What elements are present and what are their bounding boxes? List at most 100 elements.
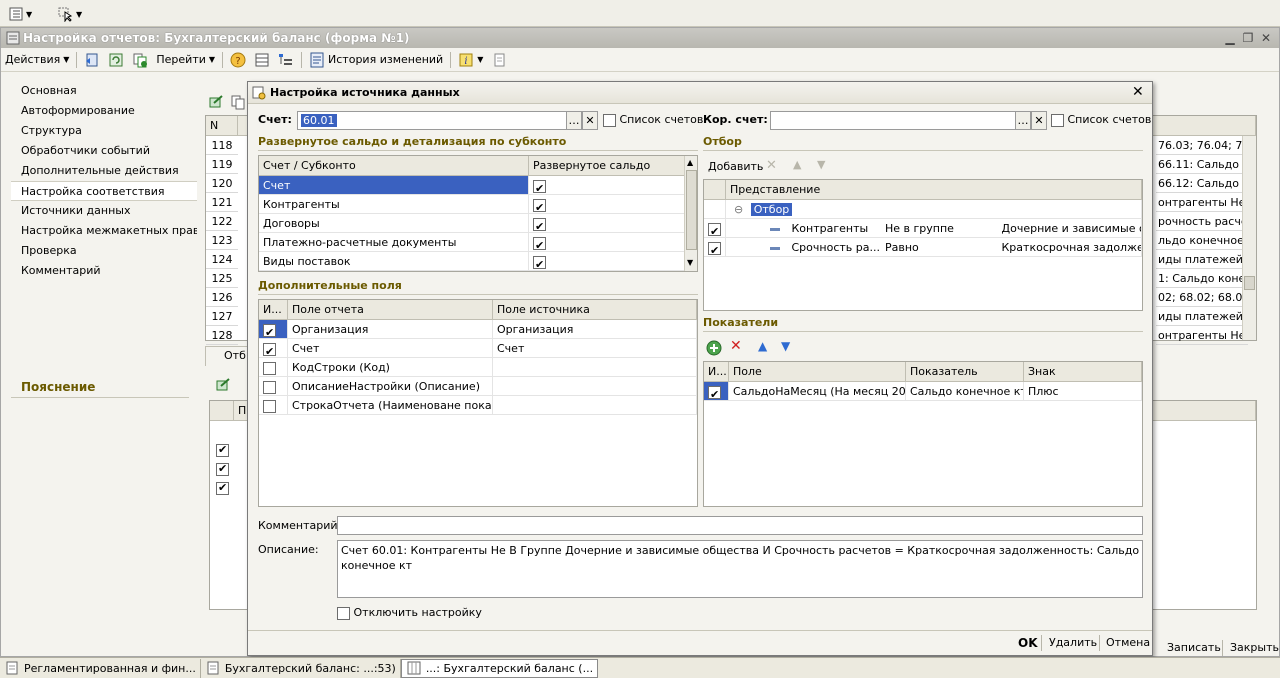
actions-menu[interactable]: Действия ▼ (1, 50, 73, 70)
column-header[interactable]: Представление (726, 180, 1142, 200)
scroll-thumb[interactable] (686, 170, 697, 250)
report-field-cell[interactable]: СтрокаОтчета (Наименоване показа... (288, 396, 493, 415)
checkbox-checked[interactable] (533, 255, 546, 270)
table-cell[interactable]: 02; 68.02; 68.03;... (1156, 288, 1248, 307)
goto-menu[interactable]: Перейти ▼ (152, 50, 219, 70)
column-header[interactable]: Показатель (906, 362, 1024, 382)
taskbar-item-active[interactable]: ...: Бухгалтерский баланс (... (400, 658, 599, 678)
checkbox-checked[interactable] (533, 179, 546, 194)
history-button[interactable]: История изменений (305, 50, 447, 70)
checkbox[interactable] (263, 361, 276, 375)
row-number[interactable]: 125 (206, 269, 238, 288)
comment-input[interactable] (337, 516, 1143, 535)
grid-cell-check[interactable] (529, 252, 685, 271)
grid-cell-check[interactable] (704, 382, 729, 401)
checkbox-checked[interactable] (263, 342, 276, 357)
row-number[interactable]: 123 (206, 231, 238, 250)
report-field-cell[interactable]: ОписаниеНастройки (Описание) (288, 377, 493, 396)
cancel-button[interactable]: Отмена (1106, 633, 1150, 653)
column-header[interactable]: Развернутое сальдо (529, 156, 685, 176)
column-header[interactable]: Поле отчета (288, 300, 493, 320)
row-checkbox[interactable] (216, 462, 229, 476)
back-button[interactable] (80, 50, 104, 70)
nav-item[interactable]: Проверка (11, 241, 197, 261)
report-field-cell[interactable]: Счет (288, 339, 493, 358)
list-view-button[interactable] (250, 50, 274, 70)
filter-group-row[interactable]: ⊖ Отбор (726, 200, 1142, 219)
delete-icon[interactable]: ✕ (766, 158, 777, 173)
scroll-thumb[interactable] (1244, 276, 1255, 290)
row-number[interactable]: 124 (206, 250, 238, 269)
source-field-cell[interactable] (493, 377, 697, 396)
table-cell[interactable]: 76.03; 76.04; 76... (1156, 136, 1248, 155)
nav-item-selected[interactable]: Настройка соответствия (11, 181, 197, 201)
table-cell[interactable]: рочность расче... (1156, 212, 1248, 231)
corr-list-checkbox[interactable]: Список счетов (1051, 113, 1151, 127)
checkbox-checked[interactable] (708, 222, 721, 237)
grid-edit-icon[interactable] (215, 377, 231, 393)
checkbox-checked[interactable] (708, 241, 721, 256)
report-field-cell[interactable]: КодСтроки (Код) (288, 358, 493, 377)
column-header[interactable]: Поле (729, 362, 906, 382)
ok-button[interactable]: OK (1018, 633, 1038, 653)
checkbox[interactable] (263, 399, 276, 413)
checkbox-checked[interactable] (533, 198, 546, 213)
nav-item[interactable]: Настройка межмакетных правил (11, 221, 197, 241)
nav-item[interactable]: Основная (11, 81, 197, 101)
copy-button[interactable] (128, 50, 152, 70)
account-clear-button[interactable]: ✕ (582, 111, 598, 130)
checkbox-checked[interactable] (708, 385, 721, 400)
checkbox-checked[interactable] (533, 236, 546, 251)
scroll-up-icon[interactable]: ▲ (687, 158, 693, 167)
filter-add-button[interactable]: Добавить (708, 160, 763, 173)
grid-row-name[interactable]: Контрагенты (259, 195, 529, 214)
column-header[interactable]: Знак (1024, 362, 1142, 382)
grid-cell-check[interactable] (259, 377, 288, 396)
grid-cell-check[interactable] (704, 238, 726, 257)
column-header[interactable]: И... (259, 300, 288, 320)
table-cell[interactable]: иды платежей ... (1156, 307, 1248, 326)
corr-account-select-button[interactable]: … (1015, 111, 1031, 130)
description-text[interactable]: Счет 60.01: Контрагенты Не В Группе Доче… (337, 540, 1143, 598)
help-button[interactable]: ? (226, 50, 250, 70)
info-menu-button[interactable]: i ▼ (454, 50, 487, 70)
row-number[interactable]: 122 (206, 212, 238, 231)
table-cell[interactable]: 66.12: Сальдо к... (1156, 174, 1248, 193)
grid-scrollbar[interactable]: ▲ ▼ (684, 156, 697, 271)
nav-item[interactable]: Дополнительные действия (11, 161, 197, 181)
save-button[interactable]: Записать (1167, 638, 1221, 658)
nav-item[interactable]: Обработчики событий (11, 141, 197, 161)
refresh-button[interactable] (104, 50, 128, 70)
copy-icon[interactable] (230, 94, 246, 110)
row-number[interactable]: 126 (206, 288, 238, 307)
move-up-icon[interactable]: ▲ (793, 158, 801, 171)
taskbar-item[interactable]: Регламентированная и фин... (0, 658, 201, 678)
row-number[interactable]: 119 (206, 155, 238, 174)
filter-row[interactable]: Срочность ра... Равно Краткосрочная задо… (726, 238, 1142, 257)
grid-cell-check[interactable] (259, 396, 288, 415)
table-cell[interactable]: льдо конечное кт (1156, 231, 1248, 250)
indicator-cell[interactable]: Сальдо конечное кт (906, 382, 1024, 401)
scroll-down-icon[interactable]: ▼ (687, 258, 693, 267)
table-cell[interactable]: 66.11: Сальдо к... (1156, 155, 1248, 174)
disable-setting-checkbox[interactable]: Отключить настройку (337, 606, 482, 620)
nav-item[interactable]: Структура (11, 121, 197, 141)
nav-item[interactable]: Источники данных (11, 201, 197, 221)
pointer-menu-button[interactable]: ▼ (58, 4, 82, 24)
account-select-button[interactable]: … (566, 111, 582, 130)
corr-account-clear-button[interactable]: ✕ (1031, 111, 1047, 130)
table-cell[interactable]: онтрагенты Не... (1156, 193, 1248, 212)
table-scrollbar[interactable] (1242, 136, 1256, 340)
grid-row-name[interactable]: Виды поставок (259, 252, 529, 271)
row-number[interactable]: 128 (206, 326, 238, 345)
filter-row[interactable]: Контрагенты Не в группе Дочерние и завис… (726, 219, 1142, 238)
table-cell[interactable]: онтрагенты Не... (1156, 326, 1248, 345)
page-button[interactable] (487, 50, 511, 70)
grid-row-name[interactable]: Счет (259, 176, 529, 195)
row-number[interactable]: 121 (206, 193, 238, 212)
collapse-icon[interactable]: ⊖ (734, 203, 743, 216)
source-field-cell[interactable] (493, 358, 697, 377)
checkbox-checked[interactable] (533, 217, 546, 232)
checkbox-checked[interactable] (263, 323, 276, 338)
corr-account-input[interactable] (770, 111, 1017, 130)
